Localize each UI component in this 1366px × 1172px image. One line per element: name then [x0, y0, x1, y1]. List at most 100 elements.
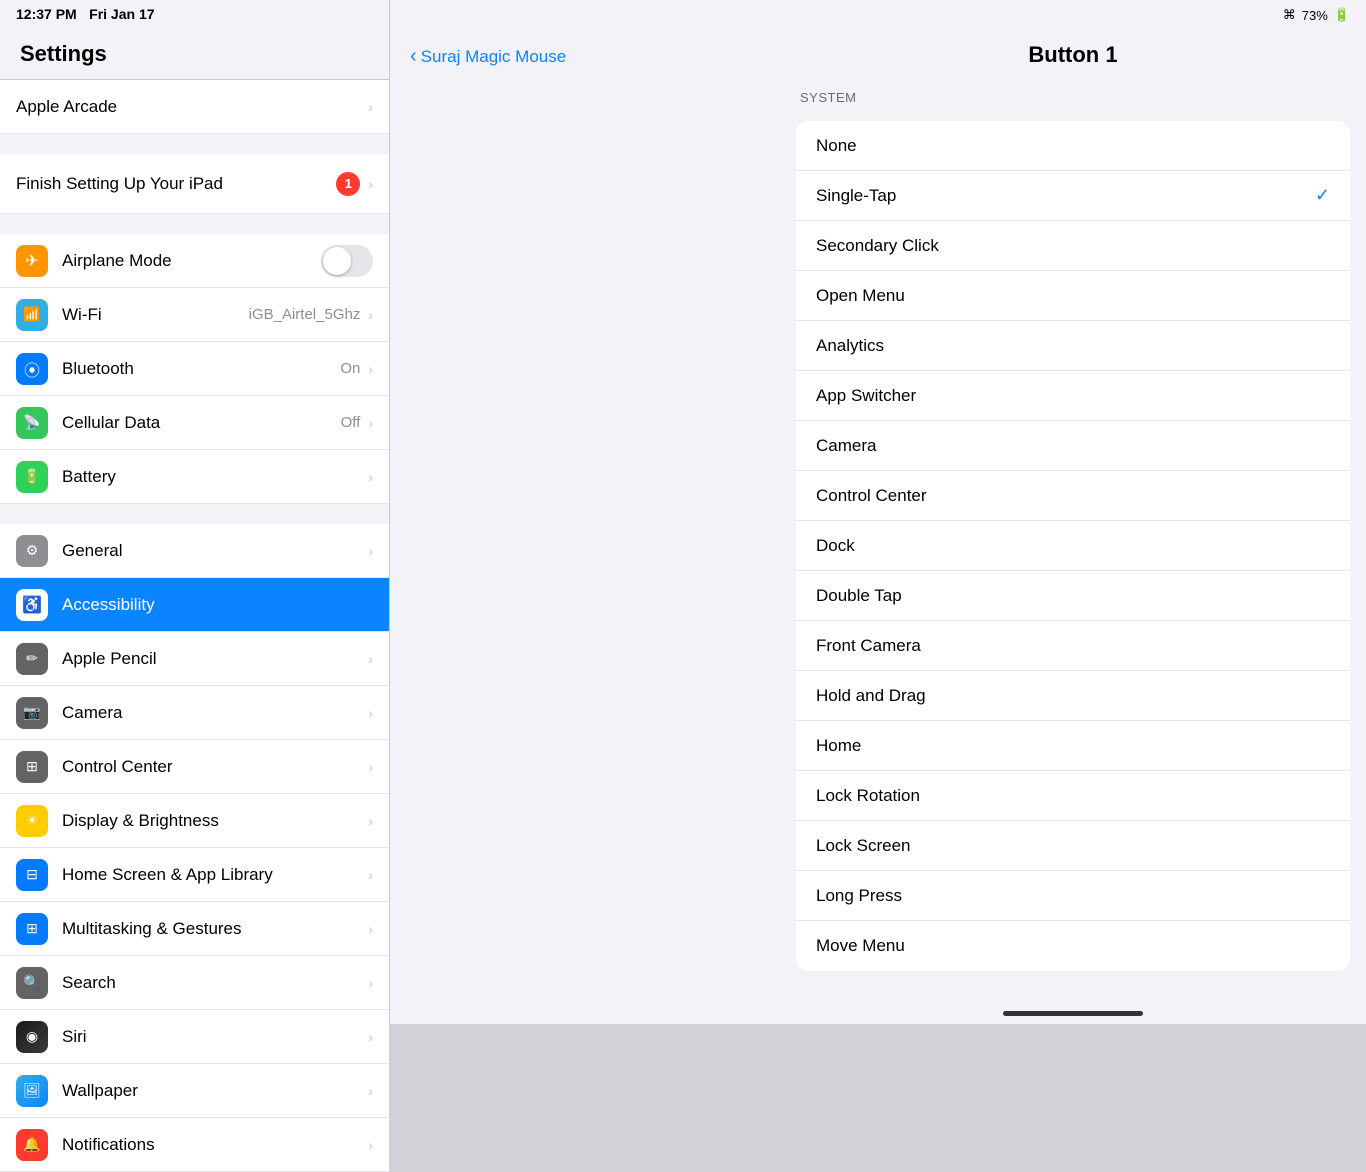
cellular-value: Off: [341, 414, 361, 431]
option-row-open-menu[interactable]: Open Menu: [796, 271, 1350, 321]
back-chevron-icon: ‹: [410, 45, 417, 68]
option-row-front-camera[interactable]: Front Camera: [796, 621, 1350, 671]
sidebar-item-camera[interactable]: 📷 Camera ›: [0, 686, 389, 740]
wallpaper-label: Wallpaper: [62, 1081, 368, 1101]
option-label-open-menu: Open Menu: [816, 286, 1330, 306]
option-label-double-tap: Double Tap: [816, 586, 1330, 606]
sidebar-item-bluetooth[interactable]: ⦿ Bluetooth On ›: [0, 342, 389, 396]
sidebar-item-wifi[interactable]: 📶 Wi-Fi iGB_Airtel_5Ghz ›: [0, 288, 389, 342]
control-center-label: Control Center: [62, 757, 368, 777]
chevron-right-icon: ›: [368, 361, 373, 377]
option-row-hold-and-drag[interactable]: Hold and Drag: [796, 671, 1350, 721]
sidebar-item-control-center[interactable]: ⊞ Control Center ›: [0, 740, 389, 794]
camera-settings-icon: 📷: [16, 697, 48, 729]
option-row-lock-screen[interactable]: Lock Screen: [796, 821, 1350, 871]
battery-icon: 🔋: [1334, 7, 1350, 23]
cellular-icon: 📡: [16, 407, 48, 439]
sidebar-item-siri[interactable]: ◉ Siri ›: [0, 1010, 389, 1064]
sidebar-item-apple-pencil[interactable]: ✏ Apple Pencil ›: [0, 632, 389, 686]
multitasking-icon: ⊞: [16, 913, 48, 945]
back-label: Suraj Magic Mouse: [421, 47, 567, 67]
option-label-secondary-click: Secondary Click: [816, 236, 1330, 256]
sidebar-item-airplane[interactable]: ✈ Airplane Mode: [0, 234, 389, 288]
wifi-icon: ⌘: [1283, 7, 1296, 23]
chevron-right-icon: ›: [368, 921, 373, 937]
option-label-move-menu: Move Menu: [816, 936, 1330, 956]
option-label-long-press: Long Press: [816, 886, 1330, 906]
apple-arcade-label: Apple Arcade: [16, 97, 368, 117]
wifi-value: iGB_Airtel_5Ghz: [249, 306, 361, 323]
option-row-long-press[interactable]: Long Press: [796, 871, 1350, 921]
chevron-right-icon: ›: [368, 975, 373, 991]
option-label-hold-and-drag: Hold and Drag: [816, 686, 1330, 706]
camera-label: Camera: [62, 703, 368, 723]
settings-network-group: ✈ Airplane Mode 📶 Wi-Fi iGB_Airtel_5Ghz …: [0, 234, 389, 504]
finish-setup-row[interactable]: Finish Setting Up Your iPad 1 ›: [0, 154, 389, 214]
notifications-label: Notifications: [62, 1135, 368, 1155]
sidebar-item-notifications[interactable]: 🔔 Notifications ›: [0, 1118, 389, 1172]
back-button[interactable]: ‹ Suraj Magic Mouse: [410, 45, 566, 68]
sidebar-item-accessibility[interactable]: ♿ Accessibility: [0, 578, 389, 632]
search-label: Search: [62, 973, 368, 993]
option-row-single-tap[interactable]: Single-Tap✓: [796, 171, 1350, 221]
option-label-control-center-opt: Control Center: [816, 486, 1330, 506]
chevron-right-icon: ›: [368, 99, 373, 115]
option-label-lock-screen: Lock Screen: [816, 836, 1330, 856]
sidebar-item-apple-arcade[interactable]: Apple Arcade ›: [0, 80, 389, 134]
general-icon: ⚙: [16, 535, 48, 567]
cellular-label: Cellular Data: [62, 413, 341, 433]
finish-setup-badge: 1: [336, 172, 360, 196]
accessibility-label: Accessibility: [62, 595, 373, 615]
sidebar-item-homescreen[interactable]: ⊟ Home Screen & App Library ›: [0, 848, 389, 902]
apple-pencil-icon: ✏: [16, 643, 48, 675]
sidebar-item-display[interactable]: ☀ Display & Brightness ›: [0, 794, 389, 848]
airplane-toggle[interactable]: [321, 245, 373, 277]
notifications-icon: 🔔: [16, 1129, 48, 1161]
status-icons: ⌘ 73% 🔋: [1283, 7, 1350, 23]
option-row-move-menu[interactable]: Move Menu: [796, 921, 1350, 971]
status-bar: 12:37 PM Fri Jan 17 ⌘ 73% 🔋: [0, 0, 1366, 30]
option-label-app-switcher: App Switcher: [816, 386, 1330, 406]
option-label-none: None: [816, 136, 1330, 156]
system-section-header: SYSTEM: [780, 80, 1366, 111]
control-center-icon: ⊞: [16, 751, 48, 783]
option-label-front-camera: Front Camera: [816, 636, 1330, 656]
option-row-dock[interactable]: Dock: [796, 521, 1350, 571]
settings-system-group: ⚙ General › ♿ Accessibility ✏ Apple Penc…: [0, 524, 389, 1172]
sidebar-item-search[interactable]: 🔍 Search ›: [0, 956, 389, 1010]
option-row-camera-opt[interactable]: Camera: [796, 421, 1350, 471]
display-label: Display & Brightness: [62, 811, 368, 831]
button1-title: Button 1: [1028, 42, 1117, 68]
battery-settings-icon: 🔋: [16, 461, 48, 493]
option-label-dock: Dock: [816, 536, 1330, 556]
chevron-right-icon: ›: [368, 705, 373, 721]
chevron-right-icon: ›: [368, 759, 373, 775]
accessibility-icon: ♿: [16, 589, 48, 621]
finish-setup-label: Finish Setting Up Your iPad: [16, 174, 336, 194]
airplane-icon: ✈: [16, 245, 48, 277]
chevron-right-icon: ›: [368, 651, 373, 667]
option-row-double-tap[interactable]: Double Tap: [796, 571, 1350, 621]
sidebar-item-wallpaper[interactable]: 🖼 Wallpaper ›: [0, 1064, 389, 1118]
homescreen-icon: ⊟: [16, 859, 48, 891]
option-row-home[interactable]: Home: [796, 721, 1350, 771]
sidebar-item-general[interactable]: ⚙ General ›: [0, 524, 389, 578]
option-row-none[interactable]: None: [796, 121, 1350, 171]
sidebar-item-multitasking[interactable]: ⊞ Multitasking & Gestures ›: [0, 902, 389, 956]
option-row-app-switcher[interactable]: App Switcher: [796, 371, 1350, 421]
option-label-analytics: Analytics: [816, 336, 1330, 356]
option-row-control-center-opt[interactable]: Control Center: [796, 471, 1350, 521]
status-time: 12:37 PM Fri Jan 17: [16, 6, 155, 24]
sidebar-item-battery[interactable]: 🔋 Battery ›: [0, 450, 389, 504]
option-row-analytics[interactable]: Analytics: [796, 321, 1350, 371]
sidebar-item-cellular[interactable]: 📡 Cellular Data Off ›: [0, 396, 389, 450]
chevron-right-icon: ›: [368, 813, 373, 829]
option-row-secondary-click[interactable]: Secondary Click: [796, 221, 1350, 271]
siri-label: Siri: [62, 1027, 368, 1047]
homescreen-label: Home Screen & App Library: [62, 865, 368, 885]
wifi-settings-icon: 📶: [16, 299, 48, 331]
chevron-right-icon: ›: [368, 176, 373, 192]
option-label-lock-rotation: Lock Rotation: [816, 786, 1330, 806]
chevron-right-icon: ›: [368, 1083, 373, 1099]
option-row-lock-rotation[interactable]: Lock Rotation: [796, 771, 1350, 821]
